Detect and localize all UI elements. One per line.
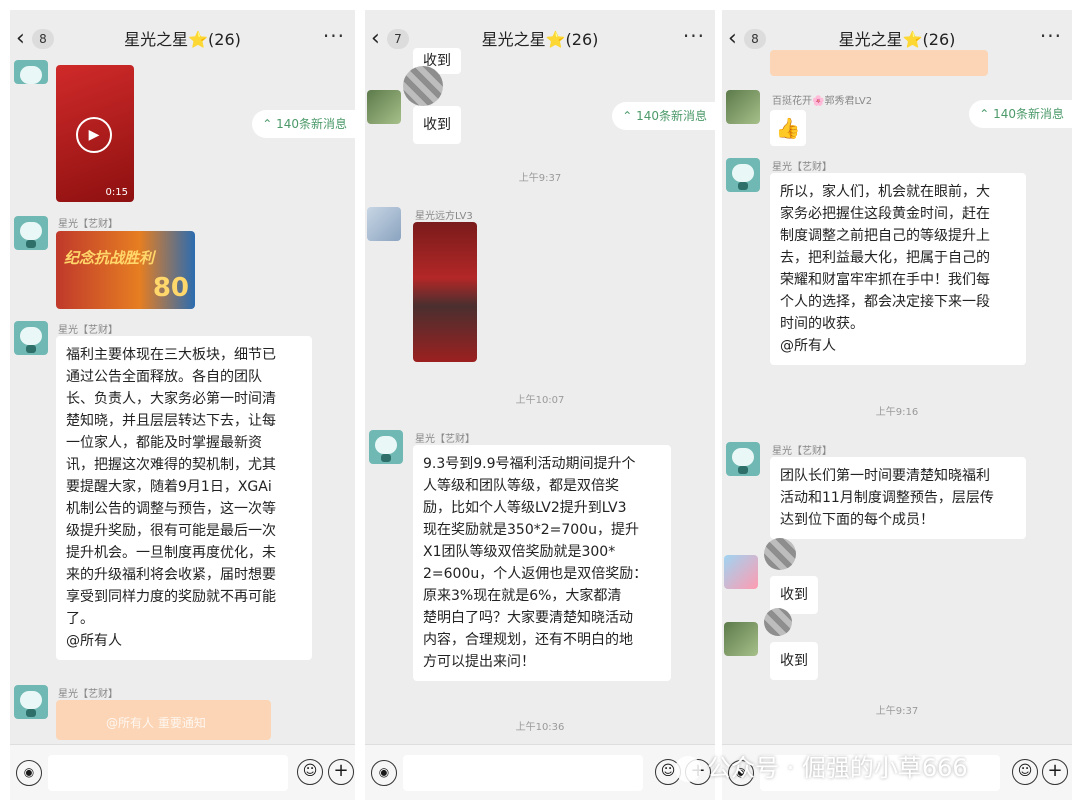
card-text: @所有人 重要通知 bbox=[106, 716, 206, 730]
avatar[interactable] bbox=[14, 321, 48, 355]
message-bubble[interactable]: 团队长们第一时间要清楚知晓福利 活动和11月制度调整预告，层层传 达到位下面的每… bbox=[770, 457, 1026, 539]
avatar[interactable] bbox=[764, 538, 796, 570]
timestamp: 上午9:16 bbox=[875, 407, 919, 418]
member-count: (26) bbox=[208, 30, 241, 49]
message-bubble[interactable]: 9.3号到9.9号福利活动期间提升个 人等级和团队等级，都是双倍奖 励，比如个人… bbox=[413, 445, 671, 681]
avatar[interactable] bbox=[369, 430, 403, 464]
message-text: 收到 bbox=[780, 653, 808, 669]
new-messages-button[interactable]: ⌃ 140条新消息 bbox=[252, 110, 355, 138]
image-message[interactable]: 纪念抗战胜利 80 bbox=[56, 231, 195, 309]
input-bar: ◉ ☺ + bbox=[10, 744, 355, 800]
new-messages-button[interactable]: ⌃ 140条新消息 bbox=[969, 100, 1072, 128]
sticker-message[interactable]: 👍 bbox=[770, 110, 806, 146]
message-text: 福利主要体现在三大板块，细节已 通过公告全面释放。各自的团队 长、负责人，大家务… bbox=[66, 347, 276, 649]
image-message[interactable] bbox=[413, 222, 477, 362]
avatar[interactable] bbox=[14, 60, 48, 84]
chat-title: 星光之星⭐(26) bbox=[124, 30, 241, 49]
timestamp: 上午9:37 bbox=[518, 173, 562, 184]
video-message[interactable]: ▶ 0:15 bbox=[56, 65, 134, 202]
chevron-up-icon: ⌃ bbox=[262, 117, 277, 131]
avatar[interactable] bbox=[14, 685, 48, 719]
avatar[interactable] bbox=[724, 622, 758, 656]
message-bubble[interactable]: 收到 bbox=[413, 106, 461, 144]
avatar[interactable] bbox=[403, 66, 443, 106]
chevron-up-icon: ⌃ bbox=[622, 109, 637, 123]
banner-text: 纪念抗战胜利 bbox=[64, 249, 155, 267]
avatar[interactable] bbox=[367, 90, 401, 124]
avatar[interactable] bbox=[14, 216, 48, 250]
emoji-icon[interactable]: ☺ bbox=[1012, 759, 1038, 785]
message-text: 团队长们第一时间要清楚知晓福利 活动和11月制度调整预告，层层传 达到位下面的每… bbox=[780, 468, 994, 528]
star-emoji: ⭐ bbox=[545, 30, 566, 49]
avatar[interactable] bbox=[764, 608, 792, 636]
chat-header: ‹ 8 星光之星⭐(26) ··· bbox=[10, 10, 355, 66]
avatar[interactable] bbox=[726, 90, 760, 124]
more-icon[interactable]: ··· bbox=[683, 24, 705, 48]
input-bar: ◉ ☺ + bbox=[365, 744, 715, 800]
wechat-official-account-icon bbox=[675, 756, 701, 782]
thumbs-up-icon: 👍 bbox=[775, 116, 801, 140]
timestamp: 上午10:07 bbox=[515, 395, 565, 406]
message-bubble[interactable]: 收到 bbox=[770, 642, 818, 680]
message-text: 9.3号到9.9号福利活动期间提升个 人等级和团队等级，都是双倍奖 励，比如个人… bbox=[423, 456, 648, 670]
chat-panel-1: ‹ 8 星光之星⭐(26) ··· ▶ 0:15 ⌃ 140条新消息 星光【艺财… bbox=[10, 10, 355, 800]
chat-panel-2: ‹ 7 星光之星⭐(26) ··· 收到 收到 ⌃ 140条新消息 上午9:37… bbox=[365, 10, 715, 800]
star-emoji: ⭐ bbox=[188, 30, 209, 49]
plus-icon[interactable]: + bbox=[328, 759, 354, 785]
message-text: 所以，家人们，机会就在眼前，大 家务必把握住这段黄金时间，赶在 制度调整之前把自… bbox=[780, 184, 990, 354]
plus-icon[interactable]: + bbox=[1042, 759, 1068, 785]
emoji-icon[interactable]: ☺ bbox=[297, 759, 323, 785]
video-duration: 0:15 bbox=[105, 187, 128, 198]
more-icon[interactable]: ··· bbox=[1040, 24, 1062, 48]
member-count: (26) bbox=[565, 30, 599, 49]
message-bubble[interactable]: 福利主要体现在三大板块，细节已 通过公告全面释放。各自的团队 长、负责人，大家务… bbox=[56, 336, 312, 660]
chat-panel-3: ‹ 8 星光之星⭐(26) ··· 百挺花开🌸郭秀君LV2 👍 ⌃ 140条新消… bbox=[722, 10, 1072, 800]
sender-name: 星光【艺财】 bbox=[58, 689, 118, 700]
card-message[interactable]: @所有人 重要通知 bbox=[56, 700, 271, 740]
new-messages-button[interactable]: ⌃ 140条新消息 bbox=[612, 102, 715, 130]
banner-number: 80 bbox=[152, 273, 189, 303]
member-count: (26) bbox=[922, 30, 956, 49]
avatar[interactable] bbox=[726, 158, 760, 192]
star-emoji: ⭐ bbox=[902, 30, 923, 49]
avatar[interactable] bbox=[367, 207, 401, 241]
sender-name: 星光【艺财】 bbox=[58, 325, 118, 336]
message-input[interactable] bbox=[403, 755, 643, 791]
message-input[interactable] bbox=[48, 755, 288, 791]
message-bubble[interactable]: 所以，家人们，机会就在眼前，大 家务必把握住这段黄金时间，赶在 制度调整之前把自… bbox=[770, 173, 1026, 365]
avatar[interactable] bbox=[724, 555, 758, 589]
voice-icon[interactable]: ◉ bbox=[16, 760, 42, 786]
sender-name: 星光远方LV3 bbox=[415, 211, 473, 222]
voice-icon[interactable]: ◉ bbox=[371, 760, 397, 786]
card-message[interactable] bbox=[770, 50, 988, 76]
sender-name: 百挺花开🌸郭秀君LV2 bbox=[772, 96, 873, 107]
more-icon[interactable]: ··· bbox=[323, 24, 345, 48]
chevron-up-icon: ⌃ bbox=[979, 107, 994, 121]
sender-name: 星光【艺财】 bbox=[58, 219, 118, 230]
play-icon[interactable]: ▶ bbox=[76, 117, 112, 153]
avatar[interactable] bbox=[726, 442, 760, 476]
sender-name: 星光【艺财】 bbox=[772, 162, 832, 173]
timestamp: 上午10:36 bbox=[515, 722, 565, 733]
sender-name: 星光【艺财】 bbox=[772, 446, 832, 457]
chat-title: 星光之星⭐(26) bbox=[481, 30, 599, 49]
sender-name: 星光【艺财】 bbox=[415, 434, 475, 445]
message-text: 收到 bbox=[423, 117, 451, 133]
timestamp: 上午9:37 bbox=[875, 706, 919, 717]
watermark: 公众号 · 倔强的小草666 bbox=[675, 748, 968, 783]
message-text: 收到 bbox=[780, 587, 808, 603]
chat-title: 星光之星⭐(26) bbox=[838, 30, 956, 49]
